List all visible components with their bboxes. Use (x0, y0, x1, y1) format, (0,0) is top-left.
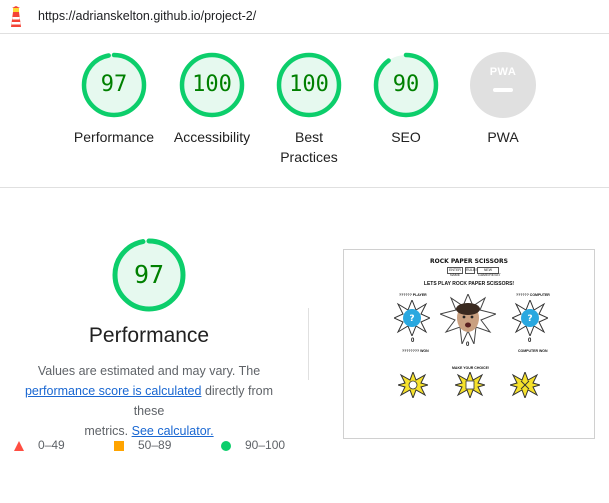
paper-burst-icon (455, 372, 485, 398)
svg-text:?: ? (527, 314, 532, 324)
best-practices-label[interactable]: Best Practices (254, 127, 364, 167)
svg-text:?: ? (409, 314, 414, 324)
screenshot-computer-caption: COMPUTER WON (518, 349, 548, 353)
player-burst-icon: ? (394, 300, 430, 336)
see-calculator-link[interactable]: See calculator. (132, 424, 214, 438)
pwa-dash-icon (493, 88, 513, 92)
seo-score: 90 (392, 72, 420, 97)
final-screenshot[interactable]: ROCK PAPER SCISSORS ENTER NAME RULES NEW… (343, 249, 595, 439)
performance-gauge[interactable]: 97 (81, 52, 147, 118)
lighthouse-icon (11, 6, 21, 27)
screenshot-computer-label: ?????? COMPUTER (516, 293, 550, 297)
legend-average-range: 50–89 (138, 438, 172, 452)
screenshot-enter-name-button: ENTER NAME (447, 267, 463, 277)
performance-title: Performance (88, 324, 210, 347)
seo-label-line: SEO (391, 129, 421, 145)
best-practices-score: 100 (289, 72, 329, 97)
average-square-icon (114, 441, 124, 451)
best-practices-gauge[interactable]: 100 (276, 52, 342, 118)
accessibility-score: 100 (192, 72, 232, 97)
performance-gauge-large: 97 (112, 238, 186, 312)
screenshot-player-caption: ???????? WON (402, 349, 429, 353)
desc-text-1: Values are estimated and may vary. The (37, 364, 261, 378)
section-divider (0, 187, 609, 188)
score-calculated-link[interactable]: performance score is calculated (25, 384, 201, 398)
screenshot-reset-button: NEW GAME/RESET (477, 267, 501, 277)
accessibility-gauge[interactable]: 100 (179, 52, 245, 118)
screenshot-rules-button: RULES (465, 267, 478, 274)
screenshot-center-score: 0 (466, 342, 470, 348)
center-face-icon (440, 294, 496, 344)
pass-circle-icon (221, 441, 231, 451)
performance-label-line: Performance (73, 129, 155, 145)
page-url[interactable]: https://adrianskelton.github.io/project-… (38, 9, 256, 23)
performance-description: Values are estimated and may vary. The p… (8, 361, 290, 441)
pwa-label[interactable]: PWA (448, 127, 558, 147)
vertical-divider (308, 308, 309, 380)
legend-pass-range: 90–100 (245, 438, 286, 452)
accessibility-label-line: Accessibility (173, 129, 251, 145)
best-practices-label-line: Best (294, 129, 323, 145)
url-bar: https://adrianskelton.github.io/project-… (0, 0, 609, 34)
seo-label[interactable]: SEO (351, 127, 461, 147)
performance-score: 97 (100, 72, 128, 97)
screenshot-subtitle: LETS PLAY ROCK PAPER SCISSORS! (423, 281, 515, 287)
pwa-badge-text: PWA (489, 66, 517, 78)
screenshot-choose-label: MAKE YOUR CHOICE! (452, 366, 490, 370)
screenshot-player-score: 0 (411, 338, 415, 344)
accessibility-label[interactable]: Accessibility (157, 127, 267, 147)
screenshot-player-label: ?????? PLAYER (399, 293, 427, 297)
fail-triangle-icon (14, 441, 24, 451)
desc-text-3: metrics. (84, 424, 129, 438)
screenshot-title: ROCK PAPER SCISSORS (430, 258, 508, 265)
rock-burst-icon (398, 372, 428, 398)
best-practices-label-line: Practices (280, 149, 338, 165)
performance-score-large: 97 (133, 260, 165, 289)
performance-label[interactable]: Performance (59, 127, 169, 147)
seo-gauge[interactable]: 90 (373, 52, 439, 118)
legend-fail-range: 0–49 (38, 438, 65, 452)
screenshot-computer-score: 0 (528, 338, 532, 344)
computer-burst-icon: ? (512, 300, 548, 336)
scissors-burst-icon (510, 372, 540, 398)
pwa-badge[interactable]: PWA (470, 52, 536, 118)
